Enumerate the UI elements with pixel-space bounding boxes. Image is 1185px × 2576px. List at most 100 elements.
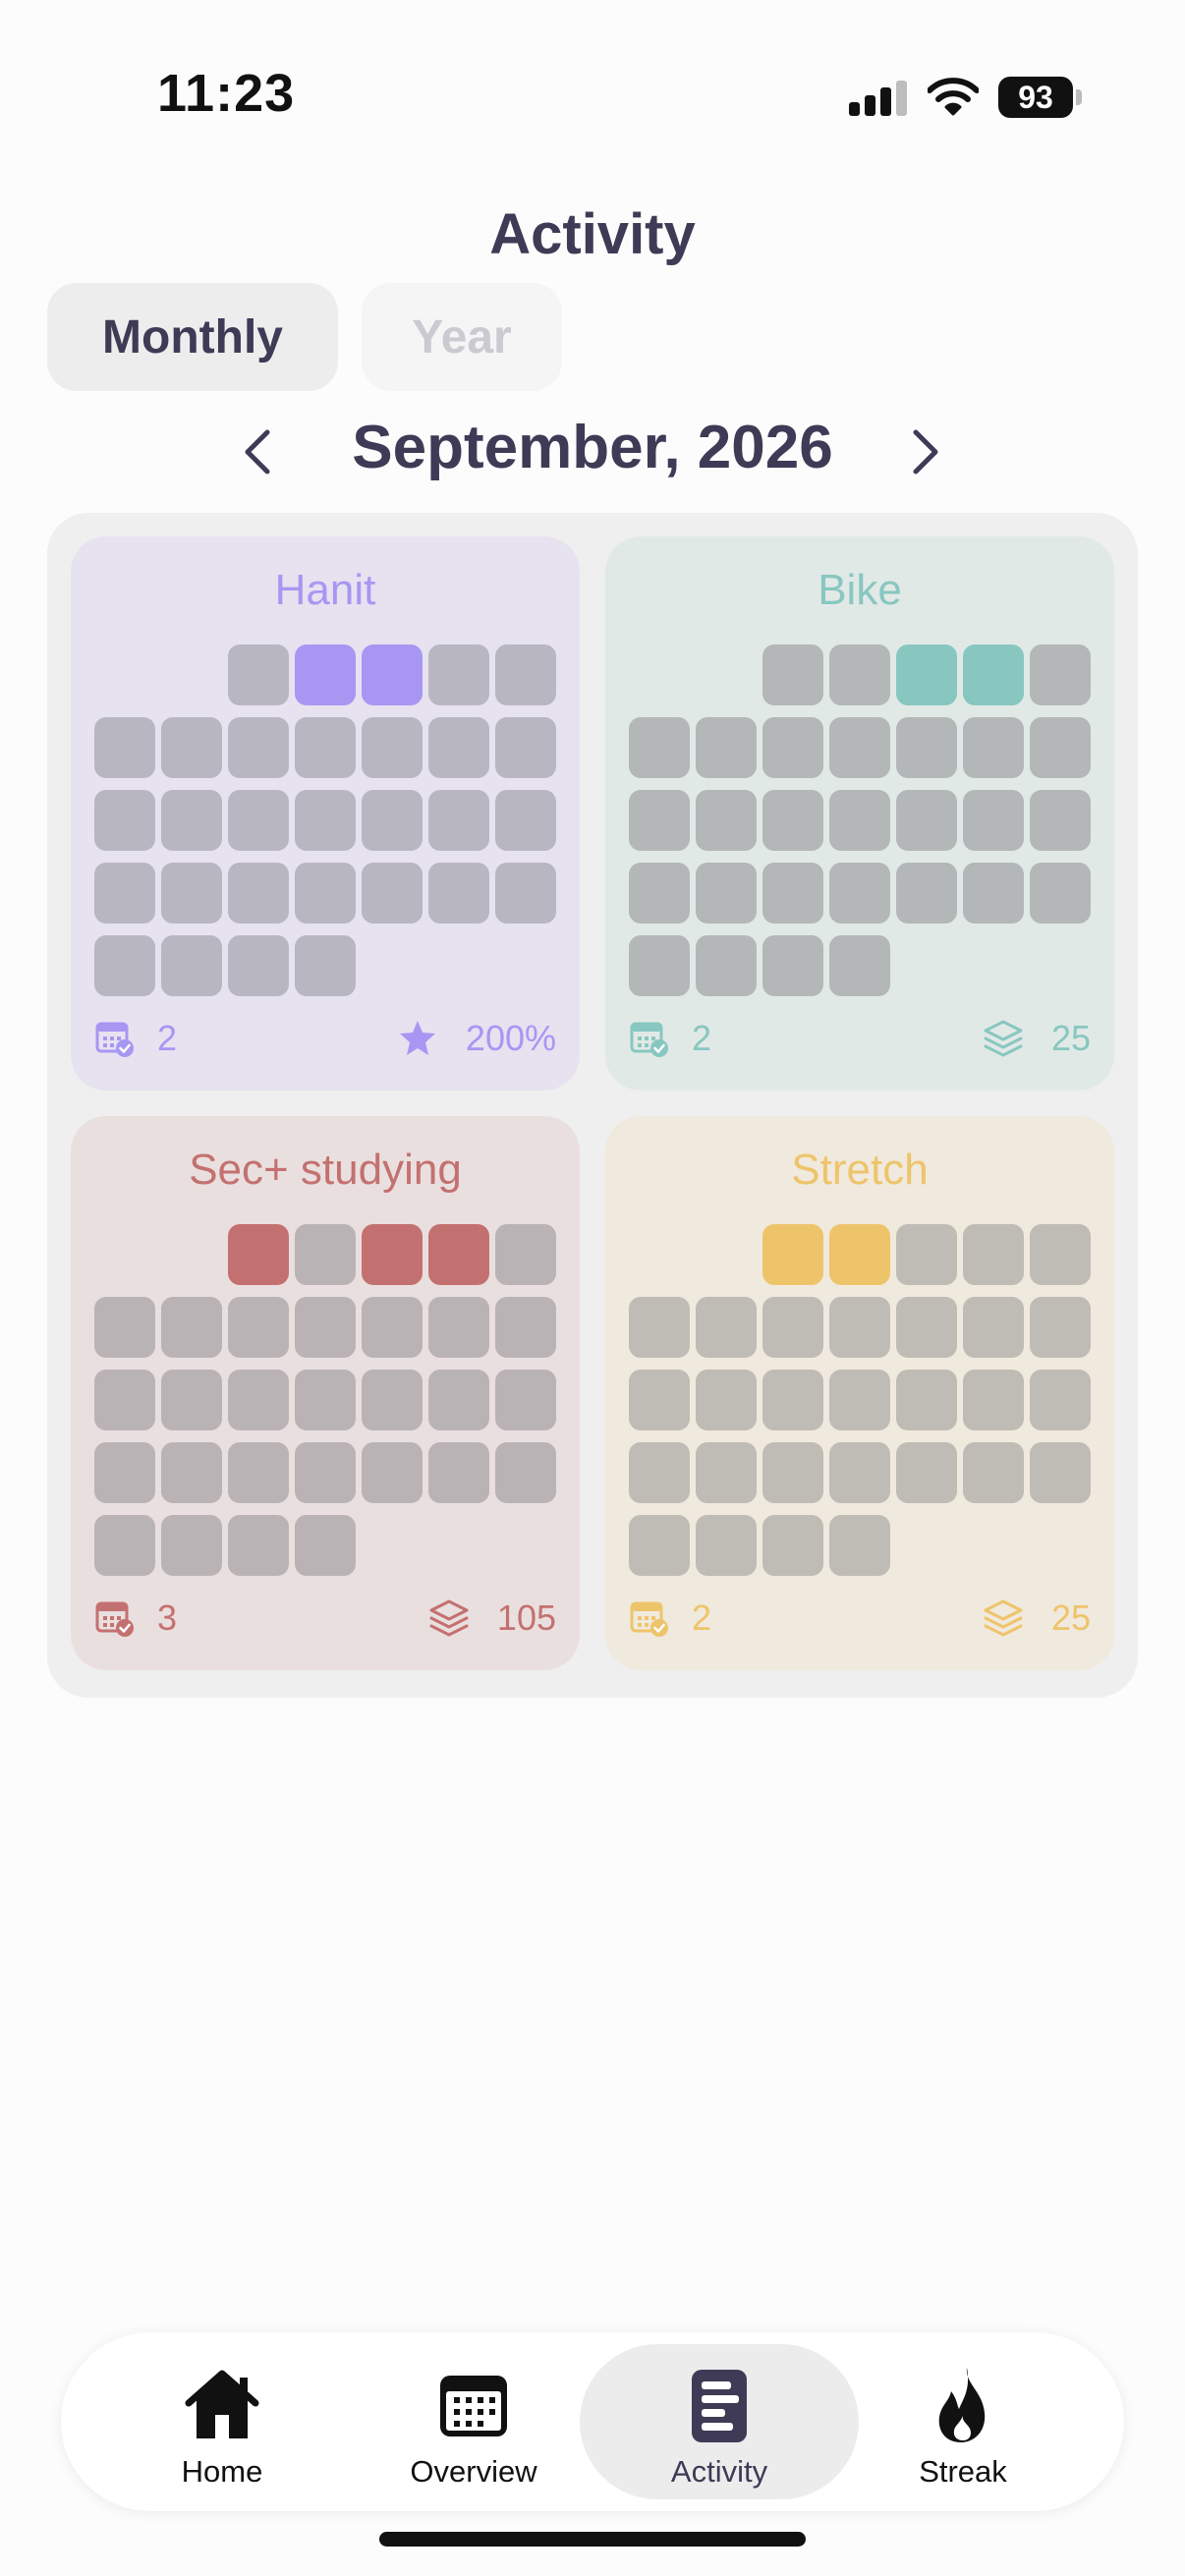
day-cell xyxy=(1030,717,1091,778)
day-cell xyxy=(896,790,957,851)
day-cell xyxy=(295,935,356,996)
day-cell xyxy=(228,1442,289,1503)
calendar-check-icon xyxy=(630,1601,668,1637)
day-cell xyxy=(94,1370,155,1430)
day-cell xyxy=(1030,1442,1091,1503)
tab-streak[interactable]: Streak xyxy=(823,2344,1102,2499)
habit-stats: 2 200% xyxy=(94,1014,556,1063)
day-cell xyxy=(696,790,757,851)
day-cell xyxy=(295,644,356,705)
day-cell xyxy=(295,1515,356,1576)
habit-title: Stretch xyxy=(791,1146,929,1194)
tab-home[interactable]: Home xyxy=(83,2344,362,2499)
day-cell xyxy=(228,717,289,778)
next-month-button[interactable] xyxy=(894,422,953,481)
page-title: Activity xyxy=(489,202,696,266)
day-cell xyxy=(629,790,690,851)
day-cell xyxy=(495,1297,556,1358)
day-cell xyxy=(428,1297,489,1358)
day-cell xyxy=(228,644,289,705)
day-cell xyxy=(228,1370,289,1430)
habit-title: Sec+ studying xyxy=(189,1146,462,1194)
day-cell xyxy=(495,1442,556,1503)
month-heatmap xyxy=(94,1224,560,1582)
day-cell xyxy=(362,1442,423,1503)
month-label: September, 2026 xyxy=(352,414,833,481)
day-cell xyxy=(161,935,222,996)
day-cell xyxy=(696,1442,757,1503)
day-cell xyxy=(295,1370,356,1430)
day-cell xyxy=(762,935,823,996)
day-cell xyxy=(428,863,489,924)
day-cell xyxy=(228,1297,289,1358)
completed-days-count: 2 xyxy=(692,1018,712,1058)
day-cell xyxy=(161,1297,222,1358)
day-cell xyxy=(762,1370,823,1430)
day-cell xyxy=(829,935,890,996)
day-cell xyxy=(94,1442,155,1503)
day-cell xyxy=(228,1515,289,1576)
day-cell xyxy=(829,1297,890,1358)
day-cell xyxy=(228,790,289,851)
day-cell xyxy=(295,863,356,924)
tab-label: Home xyxy=(181,2454,263,2489)
day-cell xyxy=(762,863,823,924)
wifi-icon xyxy=(928,78,979,116)
status-time: 11:23 xyxy=(157,64,296,123)
home-icon xyxy=(185,2370,259,2438)
habit-stats: 2 25 xyxy=(629,1014,1091,1063)
day-cell xyxy=(963,644,1024,705)
day-cell xyxy=(896,1442,957,1503)
calendar-check-icon xyxy=(95,1601,134,1637)
day-cell xyxy=(362,863,423,924)
day-cell xyxy=(629,1370,690,1430)
day-cell xyxy=(963,717,1024,778)
day-cell xyxy=(1030,1370,1091,1430)
day-cell xyxy=(829,1224,890,1285)
day-cell xyxy=(762,1224,823,1285)
day-cell xyxy=(896,1224,957,1285)
flame-icon xyxy=(938,2368,986,2442)
day-cell xyxy=(963,790,1024,851)
day-cell xyxy=(762,1515,823,1576)
previous-month-button[interactable] xyxy=(230,422,289,481)
tab-activity[interactable]: Activity xyxy=(580,2344,859,2499)
habit-card-sec-studying[interactable]: Sec+ studying 3 105 xyxy=(71,1116,580,1670)
day-cell xyxy=(94,1297,155,1358)
day-cell xyxy=(161,863,222,924)
day-cell xyxy=(295,1224,356,1285)
habit-card-bike[interactable]: Bike 2 25 xyxy=(605,536,1114,1091)
day-cell xyxy=(495,644,556,705)
day-cell xyxy=(228,863,289,924)
tab-overview[interactable]: Overview xyxy=(334,2344,613,2499)
day-cell xyxy=(896,1370,957,1430)
day-cell xyxy=(896,717,957,778)
day-cell xyxy=(1030,1224,1091,1285)
day-cell xyxy=(762,644,823,705)
day-cell xyxy=(829,1370,890,1430)
day-cell xyxy=(629,863,690,924)
total-amount: 25 xyxy=(1050,1018,1091,1058)
year-toggle-button[interactable]: Year xyxy=(362,283,562,391)
completion-percent: 200% xyxy=(465,1018,556,1058)
day-cell xyxy=(829,717,890,778)
day-cell xyxy=(428,717,489,778)
day-cell xyxy=(428,1224,489,1285)
day-cell xyxy=(963,1297,1024,1358)
day-cell xyxy=(295,790,356,851)
day-cell xyxy=(829,1442,890,1503)
habit-card-hanit[interactable]: Hanit 2 200% xyxy=(71,536,580,1091)
chevron-left-icon xyxy=(245,429,270,475)
completed-days-count: 2 xyxy=(692,1597,712,1638)
day-cell xyxy=(362,1297,423,1358)
day-cell xyxy=(362,717,423,778)
day-cell xyxy=(696,935,757,996)
tab-label: Overview xyxy=(410,2454,537,2489)
monthly-toggle-button[interactable]: Monthly xyxy=(47,283,338,391)
status-bar: 11:23 93 xyxy=(0,0,1185,147)
habit-title: Hanit xyxy=(274,566,376,614)
day-cell xyxy=(1030,790,1091,851)
total-amount: 25 xyxy=(1050,1597,1091,1638)
habit-card-stretch[interactable]: Stretch 2 25 xyxy=(605,1116,1114,1670)
day-cell xyxy=(896,644,957,705)
